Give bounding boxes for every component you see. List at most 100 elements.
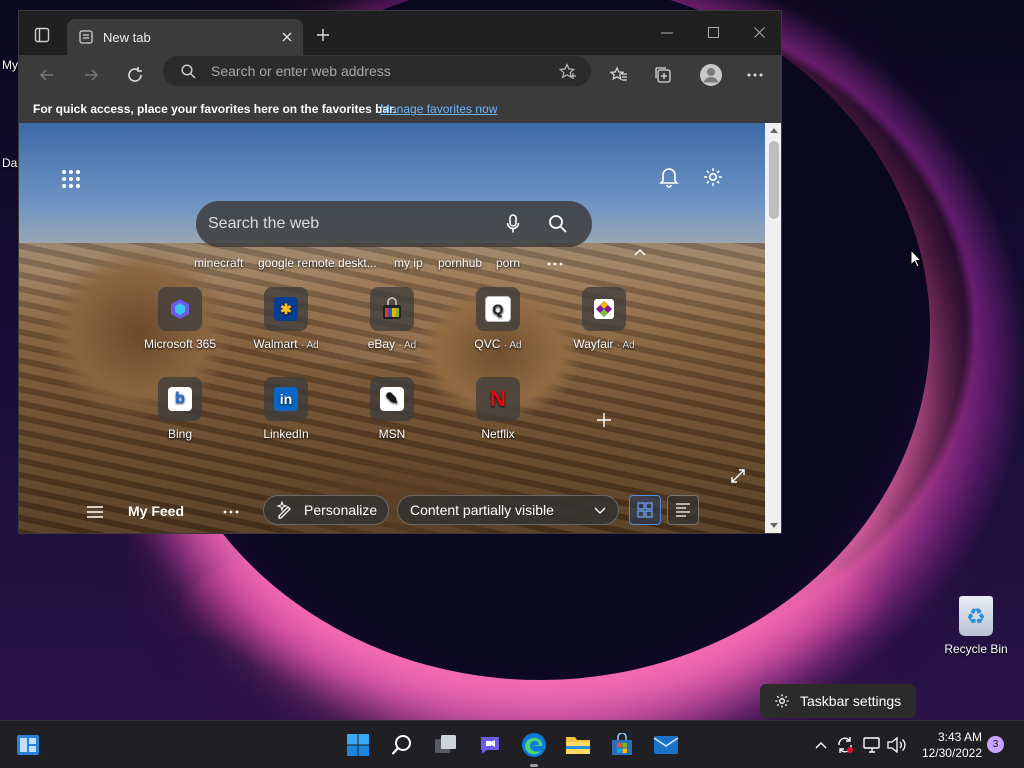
microsoft-365-icon bbox=[158, 287, 202, 331]
tile-qvc[interactable]: Q QVC · Ad bbox=[448, 287, 548, 351]
list-layout-button[interactable] bbox=[667, 495, 699, 525]
recycle-bin[interactable]: Recycle Bin bbox=[940, 596, 1012, 656]
profile-button[interactable] bbox=[695, 59, 727, 91]
network-button[interactable] bbox=[860, 731, 884, 759]
ad-marker: · Ad bbox=[616, 340, 635, 351]
expand-background-button[interactable] bbox=[727, 465, 749, 487]
active-app-indicator bbox=[530, 764, 538, 767]
favorites-bar-message: For quick access, place your favorites h… bbox=[33, 102, 397, 116]
ad-marker: · Ad bbox=[398, 340, 417, 351]
favorites-button[interactable] bbox=[605, 61, 633, 89]
feed-title[interactable]: My Feed bbox=[128, 503, 184, 519]
personalize-label: Personalize bbox=[304, 502, 378, 518]
quick-link[interactable]: my ip bbox=[394, 256, 423, 270]
forward-button[interactable] bbox=[77, 61, 105, 89]
page-settings-button[interactable] bbox=[699, 163, 727, 191]
new-tab-button[interactable] bbox=[311, 25, 335, 45]
tile-msn[interactable]: ✎ MSN bbox=[342, 377, 442, 441]
settings-more-button[interactable] bbox=[741, 61, 769, 89]
start-button[interactable] bbox=[344, 731, 372, 759]
minimize-button[interactable] bbox=[655, 23, 679, 43]
content-visibility-value: Content partially visible bbox=[410, 502, 554, 518]
avatar-icon bbox=[700, 64, 722, 86]
maximize-button[interactable] bbox=[701, 21, 725, 43]
microphone-icon[interactable] bbox=[506, 214, 520, 234]
notification-count-badge[interactable]: 3 bbox=[987, 736, 1004, 753]
favorites-bar: For quick access, place your favorites h… bbox=[19, 95, 781, 123]
refresh-icon bbox=[128, 67, 142, 82]
chat-button[interactable] bbox=[476, 731, 504, 759]
address-bar[interactable]: Search or enter web address bbox=[163, 56, 591, 86]
close-window-button[interactable] bbox=[747, 21, 771, 43]
walmart-icon: ✱ bbox=[264, 287, 308, 331]
more-horizontal-icon bbox=[747, 73, 763, 77]
store-button[interactable] bbox=[608, 731, 636, 759]
more-horizontal-icon bbox=[223, 510, 239, 514]
desktop-icon-label-my[interactable]: My bbox=[2, 58, 18, 72]
manage-favorites-link[interactable]: Manage favorites now bbox=[380, 102, 497, 116]
plus-icon bbox=[597, 413, 611, 427]
grid-layout-button[interactable] bbox=[629, 495, 661, 525]
quick-link[interactable]: minecraft bbox=[194, 256, 243, 270]
task-view-button[interactable] bbox=[432, 731, 460, 759]
notifications-button[interactable] bbox=[655, 163, 683, 191]
back-button[interactable] bbox=[33, 61, 61, 89]
gear-icon bbox=[775, 694, 789, 708]
scroll-down-icon[interactable] bbox=[770, 523, 778, 529]
favorites-icon bbox=[610, 66, 627, 81]
search-icon bbox=[181, 64, 196, 79]
sync-status-button[interactable] bbox=[834, 731, 856, 759]
windows-logo-icon bbox=[347, 734, 369, 756]
ad-marker: · Ad bbox=[300, 340, 319, 351]
desktop-icon-label-da[interactable]: Da bbox=[2, 156, 17, 170]
clock[interactable]: 3:43 AM 12/30/2022 bbox=[912, 729, 982, 761]
recycle-bin-label: Recycle Bin bbox=[944, 642, 1008, 656]
file-explorer-button[interactable] bbox=[564, 731, 592, 759]
chevron-down-icon bbox=[594, 507, 606, 514]
chevron-up-icon bbox=[634, 248, 646, 255]
web-search-box[interactable]: Search the web bbox=[196, 201, 592, 247]
quick-link[interactable]: pornhub bbox=[438, 256, 482, 270]
tile-wayfair[interactable]: Wayfair · Ad bbox=[554, 287, 654, 351]
browser-window: New tab Search or enter web address For … bbox=[18, 10, 782, 534]
tile-ebay[interactable]: eBay · Ad bbox=[342, 287, 442, 351]
show-hidden-icons-button[interactable] bbox=[812, 731, 830, 759]
tab-new-tab[interactable]: New tab bbox=[67, 19, 303, 55]
tile-netflix[interactable]: N Netflix bbox=[448, 377, 548, 441]
add-favorite-icon[interactable] bbox=[559, 63, 577, 80]
widgets-button[interactable] bbox=[14, 731, 42, 759]
bell-icon bbox=[659, 168, 679, 188]
quick-link[interactable]: google remote deskt... bbox=[258, 256, 377, 270]
content-visibility-select[interactable]: Content partially visible bbox=[397, 495, 619, 525]
collections-button[interactable] bbox=[649, 61, 677, 89]
tile-bing[interactable]: b Bing bbox=[130, 377, 230, 441]
app-launcher-button[interactable] bbox=[57, 165, 85, 193]
feed-more-button[interactable] bbox=[219, 503, 243, 521]
scroll-up-icon[interactable] bbox=[770, 127, 778, 133]
tile-walmart[interactable]: ✱ Walmart · Ad bbox=[236, 287, 336, 351]
taskbar-settings-popup[interactable]: Taskbar settings bbox=[760, 684, 916, 718]
volume-button[interactable] bbox=[884, 731, 908, 759]
tile-linkedin[interactable]: in LinkedIn bbox=[236, 377, 336, 441]
page-scrollbar[interactable] bbox=[765, 123, 781, 533]
collapse-tiles-button[interactable] bbox=[631, 245, 649, 259]
search-icon[interactable] bbox=[548, 214, 568, 234]
add-site-button[interactable] bbox=[593, 409, 615, 431]
tab-actions-button[interactable] bbox=[29, 23, 55, 47]
plus-icon bbox=[317, 29, 329, 41]
personalize-button[interactable]: Personalize bbox=[263, 495, 389, 525]
refresh-button[interactable] bbox=[121, 61, 149, 89]
close-tab-button[interactable] bbox=[279, 29, 295, 45]
taskbar-search-button[interactable] bbox=[388, 731, 416, 759]
more-quick-links-button[interactable] bbox=[543, 257, 567, 271]
feed-menu-button[interactable] bbox=[83, 501, 107, 523]
mail-button[interactable] bbox=[652, 731, 680, 759]
tile-label: Netflix bbox=[481, 427, 515, 441]
tile-microsoft-365[interactable]: Microsoft 365 bbox=[130, 287, 230, 351]
edge-taskbar-button[interactable] bbox=[520, 731, 548, 759]
quick-link[interactable]: porn bbox=[496, 256, 520, 270]
address-placeholder: Search or enter web address bbox=[211, 63, 391, 79]
hamburger-icon bbox=[87, 506, 103, 518]
scrollbar-thumb[interactable] bbox=[769, 141, 779, 219]
bing-icon: b bbox=[158, 377, 202, 421]
